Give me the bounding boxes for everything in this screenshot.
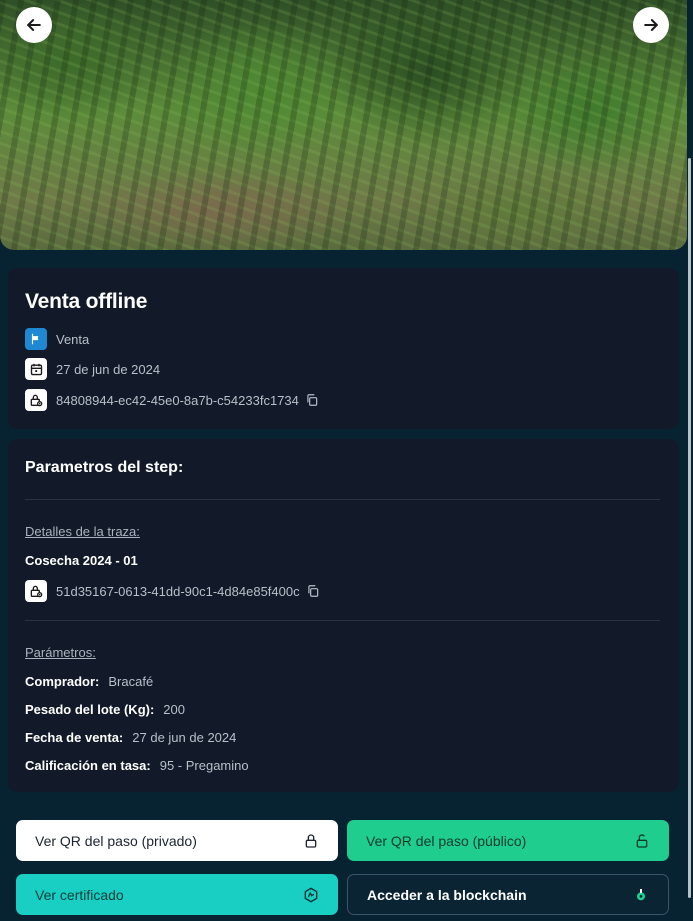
trace-details-link[interactable]: Detalles de la traza: [25, 524, 140, 539]
trace-id: 51d35167-0613-41dd-90c1-4d84e85f400c [56, 583, 300, 599]
param-key: Comprador: [25, 674, 100, 689]
step-id-row: 84808944-ec42-45e0-8a7b-c54233fc1734 [25, 389, 319, 411]
param-row: Comprador: Bracafé [25, 674, 153, 689]
access-blockchain-button[interactable]: Acceder a la blockchain [347, 874, 669, 915]
step-type-row: Venta [25, 328, 89, 350]
lock-id-icon [25, 389, 47, 411]
param-value: 95 - Pregamino [159, 758, 249, 773]
divider [25, 620, 660, 621]
param-value: 200 [163, 702, 185, 717]
flag-icon [25, 328, 47, 350]
next-image-button[interactable] [633, 7, 669, 43]
scrollbar-thumb[interactable] [688, 158, 691, 898]
param-row: Fecha de venta: 27 de jun de 2024 [25, 730, 236, 745]
copy-icon[interactable] [306, 584, 320, 598]
unlock-icon [636, 833, 648, 848]
view-public-qr-button[interactable]: Ver QR del paso (público) [347, 820, 669, 861]
access-blockchain-label: Acceder a la blockchain [367, 886, 527, 903]
blockchain-icon [637, 888, 645, 900]
step-title: Venta offline [25, 290, 148, 313]
view-public-qr-label: Ver QR del paso (público) [366, 832, 527, 849]
step-summary-card: Venta offline Venta 27 de jun de 2024 84… [8, 268, 679, 429]
param-row: Calificación en tasa: 95 - Pregamino [25, 758, 249, 773]
step-parameters-card: Parametros del step: Detalles de la traz… [8, 439, 679, 792]
divider [25, 499, 660, 500]
param-key: Fecha de venta: [25, 730, 124, 745]
hero-image [0, 0, 687, 250]
view-certificate-button[interactable]: Ver certificado [16, 874, 338, 915]
arrow-left-icon [27, 19, 41, 31]
certificate-hexagon-icon [304, 887, 318, 902]
step-date-row: 27 de jun de 2024 [25, 358, 160, 380]
step-date: 27 de jun de 2024 [56, 361, 161, 377]
hero-foliage-texture [0, 0, 687, 250]
view-private-qr-label: Ver QR del paso (privado) [35, 832, 197, 849]
step-id: 84808944-ec42-45e0-8a7b-c54233fc1734 [56, 392, 299, 408]
trace-id-row: 51d35167-0613-41dd-90c1-4d84e85f400c [25, 580, 320, 602]
param-value: Bracafé [108, 674, 154, 689]
lock-icon [305, 833, 317, 848]
view-certificate-label: Ver certificado [35, 886, 124, 903]
trace-name: Cosecha 2024 - 01 [25, 553, 138, 568]
parameters-link[interactable]: Parámetros: [25, 645, 96, 660]
param-key: Calificación en tasa: [25, 758, 151, 773]
lock-id-icon [25, 580, 47, 602]
calendar-icon [25, 358, 47, 380]
arrow-right-icon [644, 19, 658, 31]
param-row: Pesado del lote (Kg): 200 [25, 702, 185, 717]
step-type-label: Venta [56, 331, 90, 347]
param-value: 27 de jun de 2024 [132, 730, 237, 745]
parameters-heading: Parametros del step: [25, 459, 184, 476]
param-key: Pesado del lote (Kg): [25, 702, 155, 717]
previous-image-button[interactable] [16, 7, 52, 43]
copy-icon[interactable] [305, 393, 319, 407]
view-private-qr-button[interactable]: Ver QR del paso (privado) [16, 820, 338, 861]
